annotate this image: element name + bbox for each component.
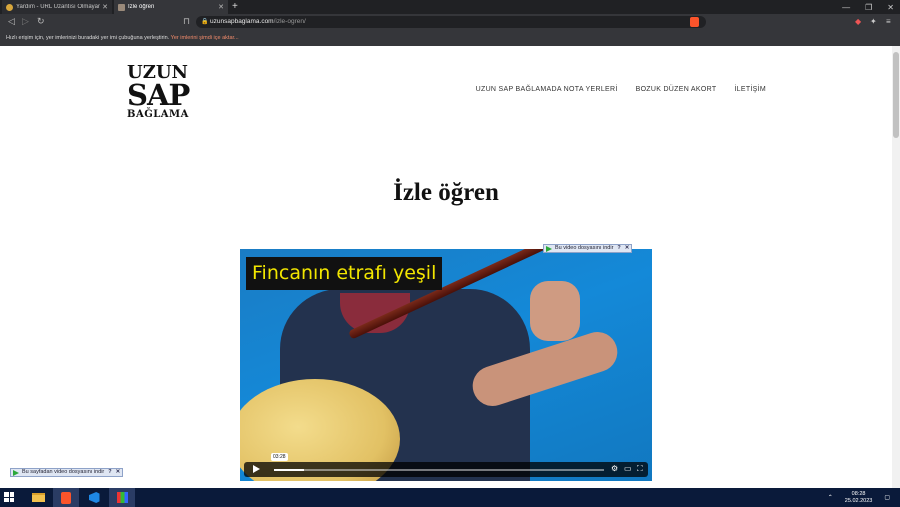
vscode-icon[interactable] (81, 488, 107, 507)
back-icon[interactable]: ◁ (8, 16, 15, 27)
tab-close-icon[interactable]: ✕ (102, 3, 108, 11)
bookmark-hint: Hızlı erişim için, yer imlerinizi burada… (6, 35, 170, 41)
download-video-bar-top[interactable]: Bu video dosyasını indir ? ✕ (543, 244, 633, 253)
address-bar-row: ◁ ▷ ↻ ⊓ 🔒 uzunsapbaglama.com/izle-ogren/… (0, 14, 900, 30)
download-video-bar-bottom[interactable]: Bu sayfadan video dosyasını indir ? ✕ (10, 468, 124, 477)
import-bookmarks-link[interactable]: Yer imlerini şimdi içe aktar... (171, 35, 239, 41)
restore-icon[interactable]: ❐ (865, 3, 872, 12)
menu-item-iletisim[interactable]: İLETİŞİM (734, 86, 766, 93)
taskbar: ⌃ 08:28 25.02.2023 ▢ (0, 488, 900, 507)
video-caption: Fincanın etrafı yeşil (246, 257, 443, 290)
download-video-label: Bu video dosyasını indir (555, 245, 614, 251)
windows-start-icon[interactable] (4, 492, 14, 502)
page-title: İzle öğren (393, 179, 499, 206)
time-tooltip: 03:28 (271, 453, 288, 461)
page-scrollbar[interactable] (892, 46, 900, 488)
main-menu: UZUN SAP BAĞLAMADA NOTA YERLERİ BOZUK DÜ… (476, 86, 766, 93)
help-icon[interactable]: ? (617, 245, 620, 252)
close-icon[interactable]: ✕ (116, 469, 121, 476)
help-icon[interactable]: ? (108, 469, 111, 476)
play-icon[interactable] (253, 465, 260, 473)
tab-close-icon[interactable]: ✕ (218, 3, 224, 11)
tab-yardim[interactable]: Yardım - URL Uzantısı Olmayan Bir Vid ✕ (2, 0, 112, 14)
forward-icon[interactable]: ▷ (22, 16, 29, 27)
lock-icon: 🔒 (201, 19, 209, 25)
fullscreen-icon[interactable]: ⛶ (637, 464, 643, 474)
download-page-video-label: Bu sayfadan video dosyasını indir (22, 469, 105, 475)
notification-icon[interactable]: ▢ (884, 494, 890, 501)
web-page: UZUN SAP BAĞLAMA UZUN SAP BAĞLAMADA NOTA… (0, 46, 892, 488)
menu-icon[interactable]: ≡ (886, 17, 891, 26)
pip-icon[interactable]: ▭ (624, 464, 632, 473)
url-input[interactable]: 🔒 uzunsapbaglama.com/izle-ogren/ (196, 16, 706, 28)
window-controls: — ❐ ✕ (842, 0, 894, 14)
logo-line3: BAĞLAMA (127, 109, 189, 120)
seek-bar-progress (274, 469, 304, 471)
menu-item-nota-yerleri[interactable]: UZUN SAP BAĞLAMADA NOTA YERLERİ (476, 86, 618, 93)
site-favicon-icon (6, 3, 13, 11)
video-controls: ⚙ ▭ ⛶ (244, 462, 648, 477)
seek-bar[interactable] (274, 469, 604, 471)
brave-browser-icon[interactable] (53, 488, 79, 507)
chevron-up-icon[interactable]: ⌃ (828, 494, 833, 501)
system-tray: ⌃ 08:28 25.02.2023 ▢ (828, 488, 890, 507)
site-logo[interactable]: UZUN SAP BAĞLAMA (127, 64, 190, 120)
url-path: /izle-ogren/ (273, 18, 306, 25)
extension-icon[interactable]: ◆ (855, 17, 861, 26)
download-play-icon (13, 470, 19, 476)
puzzle-icon[interactable]: ✦ (870, 17, 877, 26)
site-favicon-icon (118, 3, 125, 11)
close-icon[interactable]: ✕ (625, 245, 630, 252)
url-domain: uzunsapbaglama.com (210, 18, 274, 25)
tab-title: Yardım - URL Uzantısı Olmayan Bir Vid (16, 4, 101, 10)
video-frame-hand (530, 281, 580, 341)
close-window-icon[interactable]: ✕ (887, 3, 894, 12)
minimize-icon[interactable]: — (842, 3, 850, 12)
tab-strip: Yardım - URL Uzantısı Olmayan Bir Vid ✕ … (0, 0, 900, 14)
bookmark-bar: Hızlı erişim için, yer imlerinizi burada… (0, 30, 900, 46)
reload-icon[interactable]: ↻ (37, 16, 45, 27)
clock-time: 08:28 (851, 490, 866, 497)
scrollbar-thumb[interactable] (893, 52, 899, 138)
tab-title: İzle öğren (128, 4, 155, 10)
brave-shield-icon[interactable] (690, 17, 699, 27)
clock-date: 25.02.2023 (844, 497, 873, 504)
video-player[interactable]: Fincanın etrafı yeşil 03:28 ⚙ ▭ ⛶ (240, 249, 652, 481)
settings-icon[interactable]: ⚙ (611, 464, 618, 473)
download-play-icon (546, 246, 552, 252)
tab-izle-ogren[interactable]: İzle öğren ✕ (114, 0, 228, 14)
media-app-icon[interactable] (109, 488, 135, 507)
new-tab-icon[interactable]: + (232, 1, 238, 12)
menu-item-bozuk-duzen[interactable]: BOZUK DÜZEN AKORT (636, 86, 717, 93)
clock[interactable]: 08:28 25.02.2023 (845, 491, 873, 505)
file-explorer-icon[interactable] (25, 488, 51, 507)
bookmark-icon[interactable]: ⊓ (183, 16, 190, 27)
logo-line2: SAP (127, 78, 190, 112)
